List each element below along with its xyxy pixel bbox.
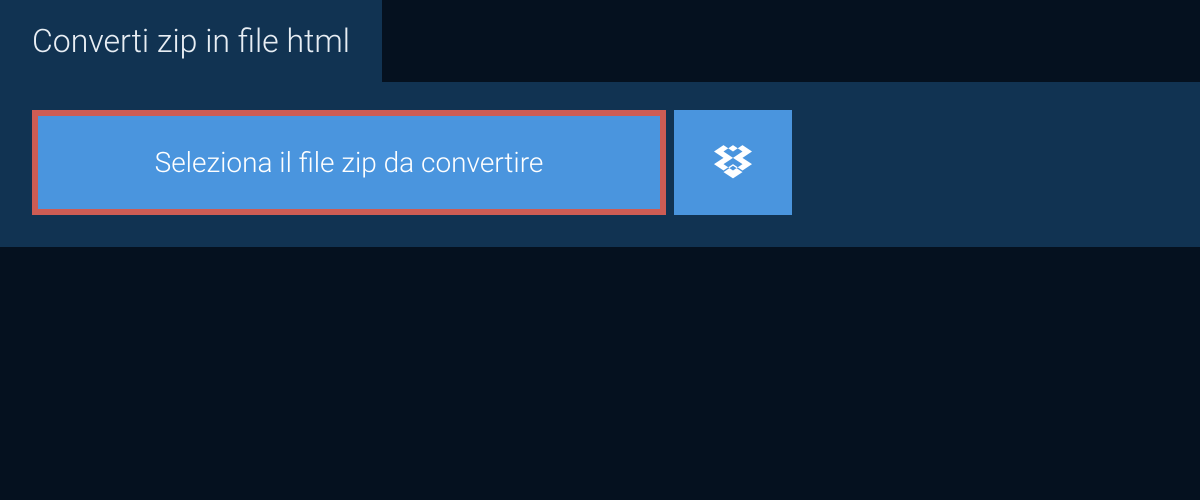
dropbox-icon (714, 142, 752, 184)
file-select-row: Seleziona il file zip da convertire (32, 110, 792, 215)
page-tab: Converti zip in file html (0, 0, 382, 82)
page-title: Converti zip in file html (32, 22, 350, 60)
select-file-label: Seleziona il file zip da convertire (155, 146, 544, 179)
converter-panel: Seleziona il file zip da convertire (0, 82, 1200, 247)
select-file-button[interactable]: Seleziona il file zip da convertire (32, 110, 666, 215)
dropbox-button[interactable] (674, 110, 792, 215)
